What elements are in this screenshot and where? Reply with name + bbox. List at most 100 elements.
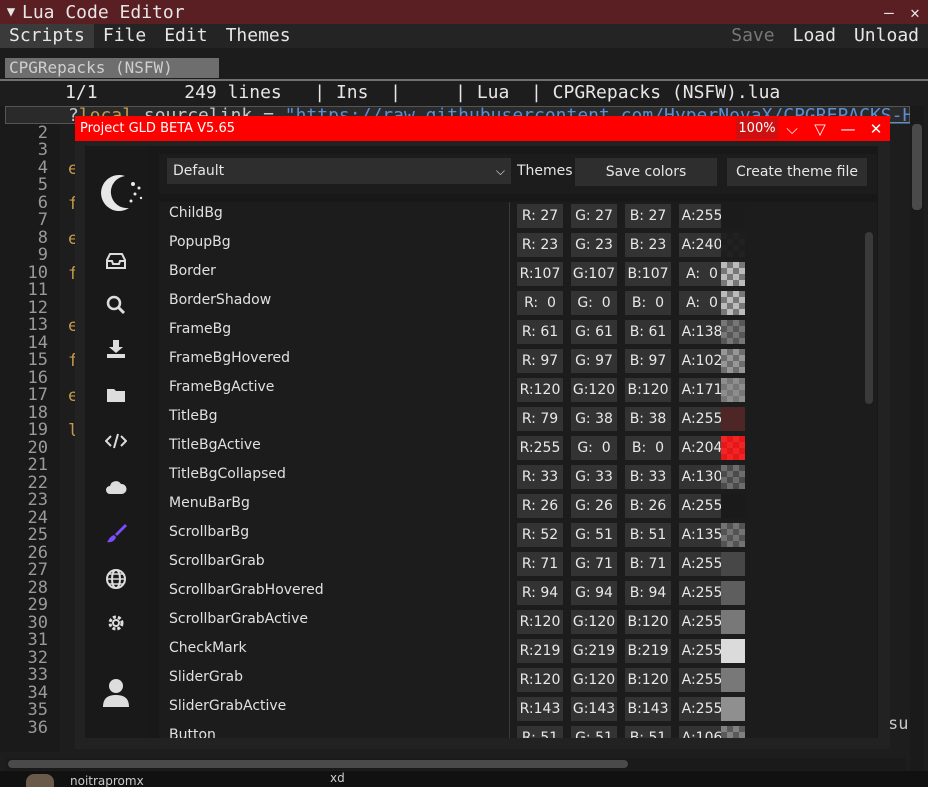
zoom-level[interactable]: 100% — [736, 118, 778, 139]
channel-r-field[interactable]: R: 52 — [517, 523, 563, 547]
channel-g-field[interactable]: G:120 — [571, 378, 617, 402]
channel-g-field[interactable]: G:219 — [571, 639, 617, 663]
channel-a-field[interactable]: A:255 — [679, 697, 725, 721]
channel-b-field[interactable]: B:143 — [625, 697, 671, 721]
close-icon[interactable]: ✕ — [862, 120, 890, 138]
channel-b-field[interactable]: B: 0 — [625, 291, 671, 315]
channel-r-field[interactable]: R:120 — [517, 610, 563, 634]
channel-r-field[interactable]: R: 79 — [517, 407, 563, 431]
color-swatch[interactable] — [721, 233, 745, 257]
load-button[interactable]: Load — [784, 24, 845, 48]
gld-titlebar[interactable]: Project GLD BETA V5.65 100% ⌵ ▽ — ✕ — [75, 116, 890, 141]
channel-r-field[interactable]: R: 26 — [517, 494, 563, 518]
channel-r-field[interactable]: R: 61 — [517, 320, 563, 344]
color-swatch[interactable] — [721, 349, 745, 373]
globe-icon[interactable] — [101, 566, 131, 592]
unload-button[interactable]: Unload — [845, 24, 928, 48]
channel-a-field[interactable]: A:130 — [679, 465, 725, 489]
color-swatch[interactable] — [721, 262, 745, 286]
color-swatch[interactable] — [721, 726, 745, 738]
cloud-icon[interactable] — [101, 474, 131, 500]
download-icon[interactable] — [101, 336, 131, 362]
channel-r-field[interactable]: R:219 — [517, 639, 563, 663]
channel-r-field[interactable]: R:120 — [517, 668, 563, 692]
channel-b-field[interactable]: B: 94 — [625, 581, 671, 605]
channel-a-field[interactable]: A:106 — [679, 726, 725, 738]
channel-r-field[interactable]: R:143 — [517, 697, 563, 721]
channel-g-field[interactable]: G: 27 — [571, 204, 617, 228]
channel-g-field[interactable]: G: 0 — [571, 436, 617, 460]
color-swatch[interactable] — [721, 320, 745, 344]
channel-g-field[interactable]: G: 23 — [571, 233, 617, 257]
minimize-button[interactable]: — — [876, 3, 902, 22]
channel-a-field[interactable]: A:255 — [679, 581, 725, 605]
code-icon[interactable] — [101, 428, 131, 454]
channel-g-field[interactable]: G: 94 — [571, 581, 617, 605]
channel-b-field[interactable]: B:120 — [625, 378, 671, 402]
channel-b-field[interactable]: B:120 — [625, 610, 671, 634]
channel-a-field[interactable]: A:255 — [679, 204, 725, 228]
channel-b-field[interactable]: B: 26 — [625, 494, 671, 518]
vertical-scroll-thumb[interactable] — [912, 124, 922, 210]
channel-b-field[interactable]: B: 97 — [625, 349, 671, 373]
create-theme-file-button[interactable]: Create theme file — [727, 158, 867, 186]
color-swatch[interactable] — [721, 523, 745, 547]
editor-horizontal-scrollbar[interactable] — [6, 758, 906, 770]
channel-r-field[interactable]: R: 97 — [517, 349, 563, 373]
color-swatch[interactable] — [721, 436, 745, 460]
channel-r-field[interactable]: R: 23 — [517, 233, 563, 257]
channel-b-field[interactable]: B:120 — [625, 668, 671, 692]
color-swatch[interactable] — [721, 407, 745, 431]
channel-b-field[interactable]: B: 33 — [625, 465, 671, 489]
channel-r-field[interactable]: R: 27 — [517, 204, 563, 228]
color-swatch[interactable] — [721, 552, 745, 576]
color-swatch[interactable] — [721, 697, 745, 721]
channel-b-field[interactable]: B:107 — [625, 262, 671, 286]
channel-r-field[interactable]: R: 33 — [517, 465, 563, 489]
collapse-triangle-icon[interactable]: ▼ — [0, 4, 22, 20]
channel-b-field[interactable]: B:219 — [625, 639, 671, 663]
channel-a-field[interactable]: A:204 — [679, 436, 725, 460]
user-icon[interactable] — [101, 679, 131, 707]
channel-g-field[interactable]: G: 71 — [571, 552, 617, 576]
color-swatch[interactable] — [721, 639, 745, 663]
channel-b-field[interactable]: B: 61 — [625, 320, 671, 344]
inbox-icon[interactable] — [101, 248, 131, 274]
channel-b-field[interactable]: B: 51 — [625, 523, 671, 547]
channel-g-field[interactable]: G:107 — [571, 262, 617, 286]
filter-icon[interactable]: ▽ — [806, 120, 834, 138]
color-swatch[interactable] — [721, 204, 745, 228]
channel-a-field[interactable]: A:255 — [679, 610, 725, 634]
channel-b-field[interactable]: B: 0 — [625, 436, 671, 460]
save-button[interactable]: Save — [722, 24, 783, 48]
channel-g-field[interactable]: G:120 — [571, 668, 617, 692]
editor-vertical-scrollbar[interactable] — [910, 106, 924, 771]
channel-g-field[interactable]: G: 97 — [571, 349, 617, 373]
channel-r-field[interactable]: R: 51 — [517, 726, 563, 738]
channel-a-field[interactable]: A:255 — [679, 668, 725, 692]
channel-a-field[interactable]: A:171 — [679, 378, 725, 402]
search-icon[interactable] — [101, 292, 131, 318]
channel-a-field[interactable]: A: 0 — [679, 291, 725, 315]
color-swatch[interactable] — [721, 494, 745, 518]
menu-file[interactable]: File — [94, 24, 155, 48]
color-swatch[interactable] — [721, 668, 745, 692]
channel-a-field[interactable]: A:135 — [679, 523, 725, 547]
color-swatch[interactable] — [721, 378, 745, 402]
channel-r-field[interactable]: R:107 — [517, 262, 563, 286]
theme-select[interactable]: Default ⌵ — [167, 158, 511, 184]
color-swatch[interactable] — [721, 581, 745, 605]
channel-b-field[interactable]: B: 23 — [625, 233, 671, 257]
horizontal-scroll-thumb[interactable] — [8, 760, 628, 768]
color-swatch[interactable] — [721, 465, 745, 489]
channel-g-field[interactable]: G: 61 — [571, 320, 617, 344]
color-list-scrollbar[interactable] — [865, 232, 873, 404]
channel-a-field[interactable]: A:138 — [679, 320, 725, 344]
channel-g-field[interactable]: G: 38 — [571, 407, 617, 431]
channel-a-field[interactable]: A:102 — [679, 349, 725, 373]
channel-r-field[interactable]: R: 94 — [517, 581, 563, 605]
tab-cpgrepacks[interactable]: CPGRepacks (NSFW) — [5, 58, 219, 78]
channel-b-field[interactable]: B: 71 — [625, 552, 671, 576]
brush-icon[interactable] — [101, 520, 131, 546]
minimize-icon[interactable]: — — [834, 120, 862, 138]
